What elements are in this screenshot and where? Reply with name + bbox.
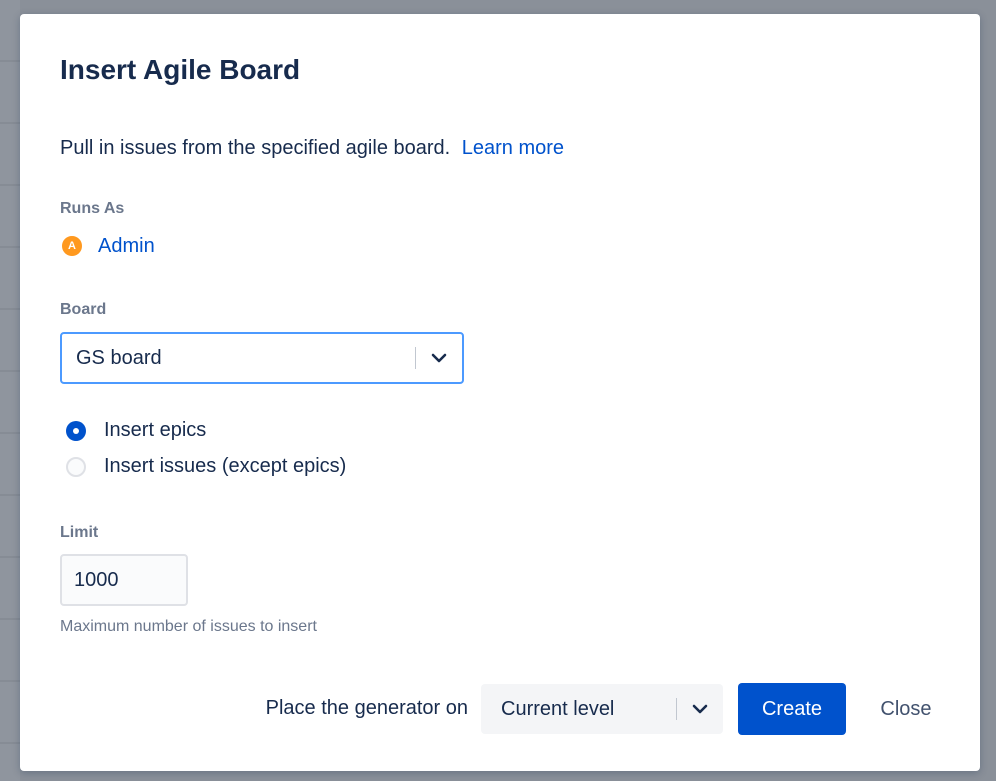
place-select-value: Current level xyxy=(501,697,615,720)
user-link-admin[interactable]: Admin xyxy=(98,235,155,258)
page-backdrop xyxy=(0,0,20,781)
place-generator-select[interactable]: Current level xyxy=(481,684,723,734)
limit-label: Limit xyxy=(60,524,99,541)
dialog-footer: Place the generator on Current level Cre… xyxy=(20,682,980,736)
create-button[interactable]: Create xyxy=(738,683,846,735)
dialog-title: Insert Agile Board xyxy=(60,54,301,85)
runs-as-label: Runs As xyxy=(60,200,125,217)
limit-input[interactable] xyxy=(60,554,188,606)
limit-helper-text: Maximum number of issues to insert xyxy=(60,618,317,635)
avatar: A xyxy=(60,234,84,258)
board-select[interactable]: GS board xyxy=(60,332,464,384)
insert-agile-board-dialog: Insert Agile Board Pull in issues from t… xyxy=(20,14,980,771)
close-button[interactable]: Close xyxy=(858,683,954,735)
radio-label: Insert issues (except epics) xyxy=(104,455,347,477)
dialog-description: Pull in issues from the specified agile … xyxy=(60,137,564,160)
radio-insert-epics[interactable]: Insert epics xyxy=(66,419,206,442)
place-generator-label: Place the generator on xyxy=(265,697,468,719)
board-label: Board xyxy=(60,301,107,318)
chevron-down-icon[interactable] xyxy=(677,704,723,714)
board-select-value: GS board xyxy=(76,346,162,369)
description-text: Pull in issues from the specified agile … xyxy=(60,137,451,159)
learn-more-link[interactable]: Learn more xyxy=(462,137,564,159)
radio-insert-issues[interactable]: Insert issues (except epics) xyxy=(66,455,346,478)
radio-unchecked-icon[interactable] xyxy=(66,456,86,477)
runs-as-user: A Admin xyxy=(60,234,155,258)
radio-checked-icon[interactable] xyxy=(66,420,86,441)
chevron-down-icon[interactable] xyxy=(416,353,462,363)
radio-label: Insert epics xyxy=(104,419,207,441)
